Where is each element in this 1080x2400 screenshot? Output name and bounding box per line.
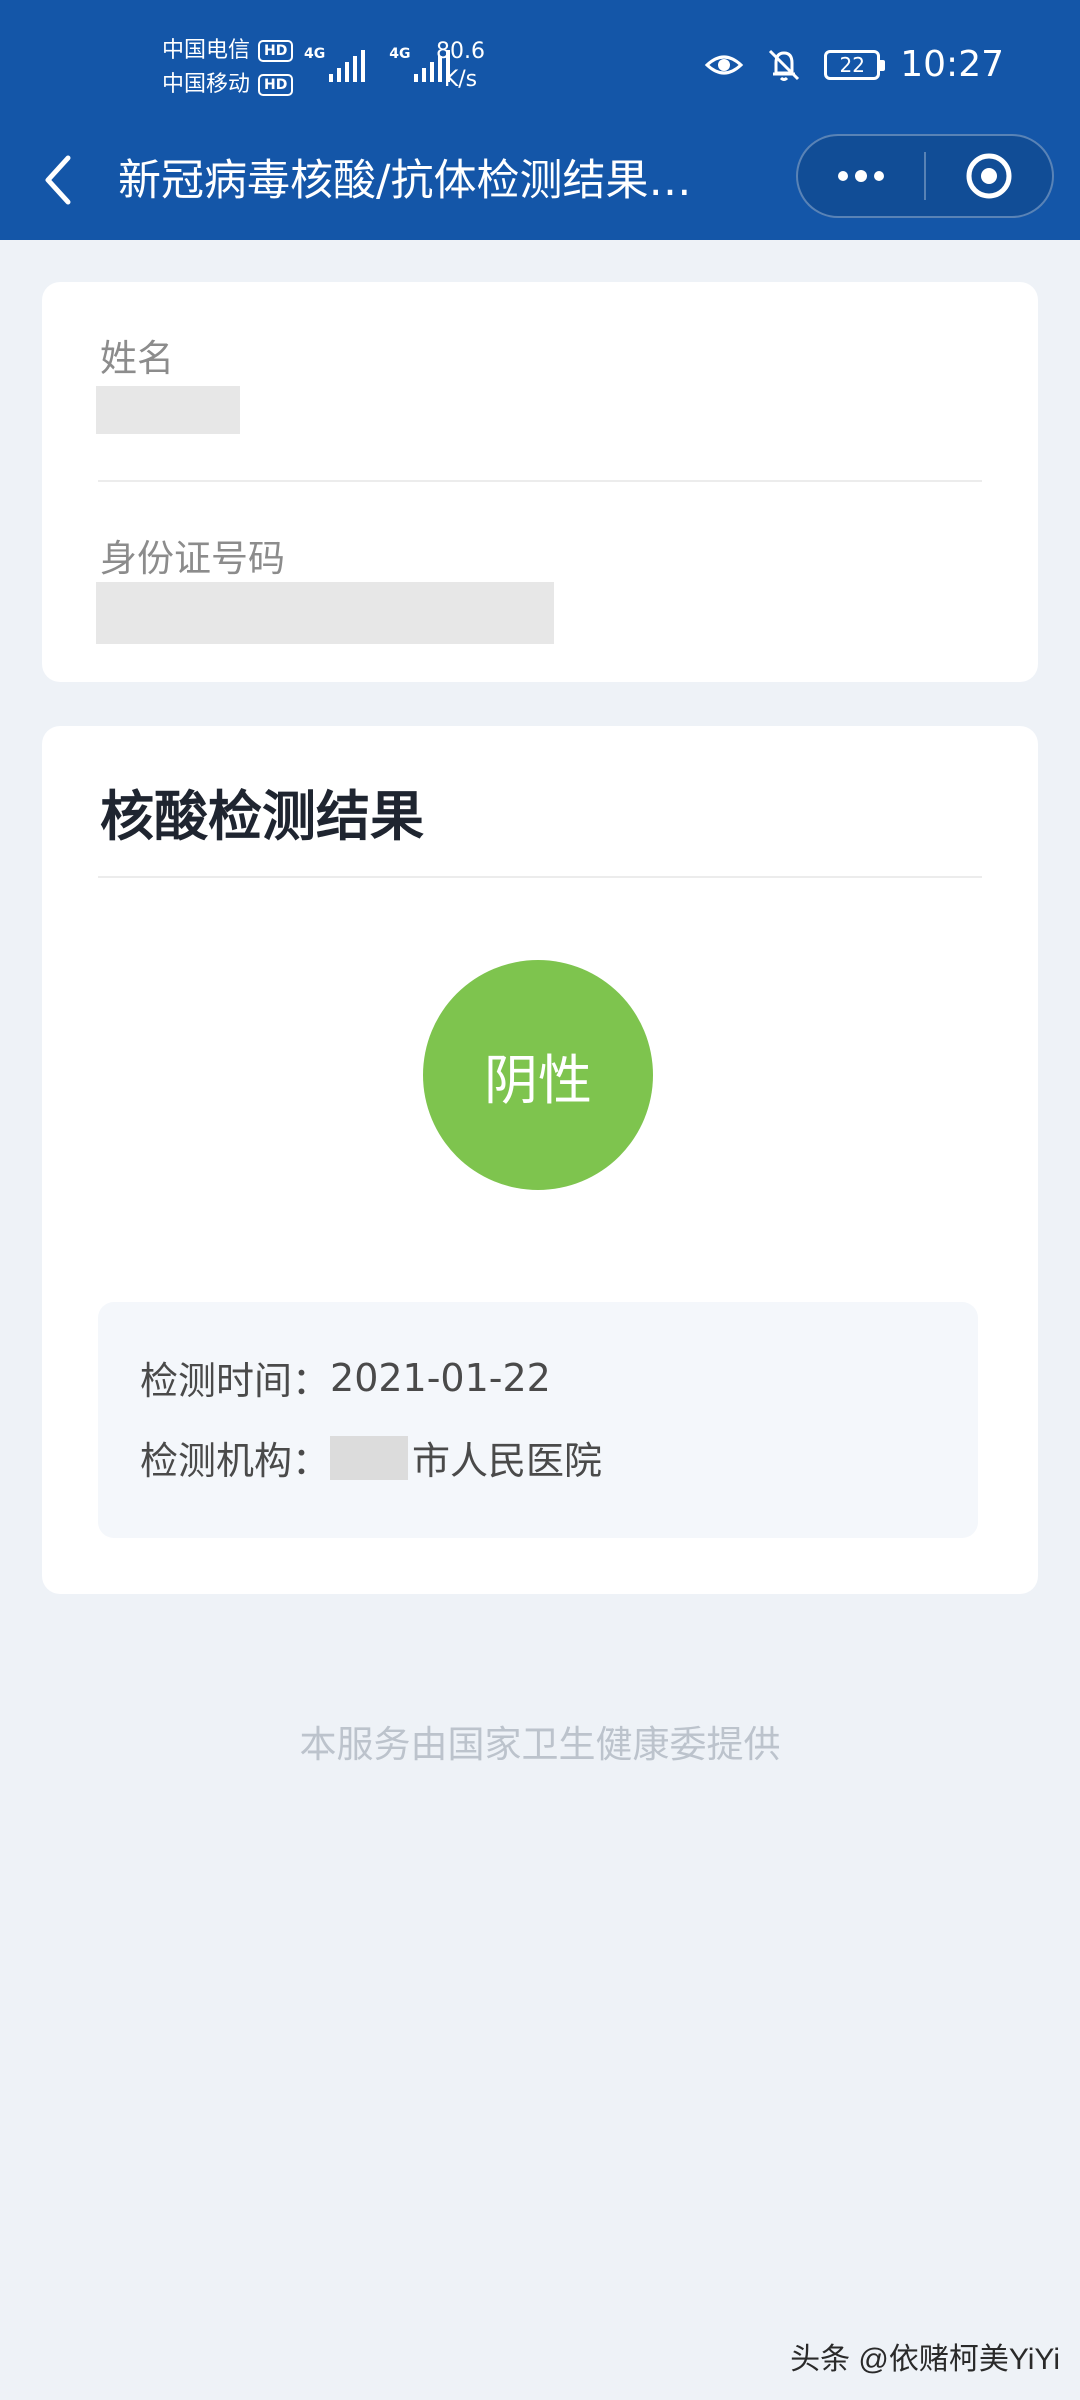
target-close-icon	[966, 153, 1012, 199]
more-dots-icon	[838, 170, 884, 182]
network-type-1: 4G	[304, 46, 326, 62]
battery-level: 22	[839, 52, 865, 77]
signal-group: 4G 4G	[304, 46, 451, 82]
battery-icon: 22	[824, 49, 886, 80]
signal-strength-icon: 4G	[304, 46, 366, 82]
hd-badge-2: HD	[258, 74, 294, 96]
institution-row: 检测机构： 市人民医院	[140, 1430, 602, 1485]
identity-card: 姓名 身份证号码	[42, 282, 1038, 682]
service-provider-note: 本服务由国家卫生健康委提供	[299, 1723, 781, 1766]
status-icons: 22 10:27	[704, 44, 1004, 85]
eye-icon	[705, 55, 744, 74]
id-number-redacted	[96, 582, 554, 644]
institution-label: 检测机构：	[140, 1439, 331, 1483]
bell-off-icon	[769, 49, 800, 81]
app-header: 中国电信 HD 中国移动 HD 4G 4G 80.6 K/s 22 10:27 …	[0, 0, 1080, 240]
test-time-value: 2021-01-22	[330, 1355, 551, 1400]
page-title: 新冠病毒核酸/抗体检测结果查询	[118, 156, 730, 206]
carrier-name-2: 中国移动	[162, 72, 251, 97]
test-time-label: 检测时间：	[140, 1359, 331, 1403]
clock: 10:27	[900, 44, 1004, 85]
mini-program-capsule	[796, 134, 1054, 218]
network-speed: 80.6 K/s	[436, 38, 485, 94]
institution-redacted	[330, 1435, 409, 1480]
field-divider	[98, 480, 982, 482]
nav-bar: 新冠病毒核酸/抗体检测结果查询	[0, 130, 1080, 240]
result-divider	[98, 876, 982, 878]
result-status-badge: 阴性	[423, 960, 653, 1190]
carrier-info: 中国电信 HD 中国移动 HD	[162, 34, 294, 102]
status-bar: 中国电信 HD 中国移动 HD 4G 4G 80.6 K/s 22 10:27	[0, 0, 1080, 130]
hd-badge-1: HD	[258, 40, 294, 62]
result-card: 核酸检测结果 阴性 检测时间： 2021-01-22 检测机构： 市人民医院	[42, 726, 1038, 1594]
carrier-line-2: 中国移动 HD	[162, 68, 294, 102]
name-label: 姓名	[100, 337, 174, 380]
close-button[interactable]	[926, 136, 1052, 216]
id-number-label: 身份证号码	[100, 537, 285, 580]
carrier-line-1: 中国电信 HD	[162, 34, 294, 68]
network-speed-value: 80.6	[436, 39, 485, 64]
network-speed-unit: K/s	[443, 67, 478, 92]
result-title: 核酸检测结果	[100, 785, 424, 848]
test-info-box: 检测时间： 2021-01-22 检测机构： 市人民医院	[98, 1302, 978, 1538]
institution-value: 市人民医院	[412, 1439, 603, 1483]
chevron-left-icon[interactable]	[38, 150, 78, 210]
name-redacted	[96, 386, 240, 434]
network-type-2: 4G	[389, 46, 411, 62]
test-time-row: 检测时间： 2021-01-22	[140, 1350, 551, 1405]
watermark: 头条 @依赌柯美YiYi	[790, 2343, 1060, 2376]
carrier-name-1: 中国电信	[162, 38, 251, 63]
more-button[interactable]	[798, 136, 924, 216]
